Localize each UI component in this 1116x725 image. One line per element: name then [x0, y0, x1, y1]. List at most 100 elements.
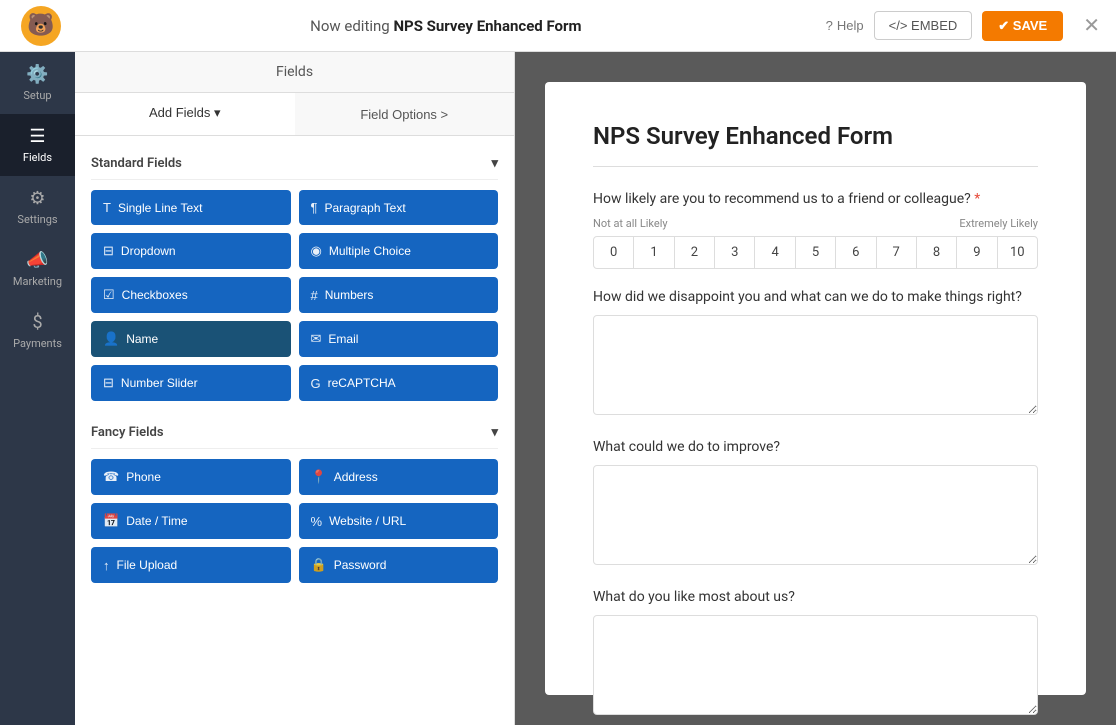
help-button[interactable]: ? Help: [826, 18, 864, 33]
standard-fields-label: Standard Fields: [91, 156, 182, 171]
field-btn-number-slider[interactable]: ⊟ Number Slider: [91, 365, 291, 401]
field-btn-email[interactable]: ✉ Email: [299, 321, 499, 357]
rating-cell-6[interactable]: 6: [836, 237, 876, 268]
standard-fields-grid: T Single Line Text ¶ Paragraph Text ⊟ Dr…: [91, 190, 498, 401]
question-q3: What could we do to improve?: [593, 439, 1038, 589]
dropdown-icon: ⊟: [103, 243, 114, 259]
field-btn-name[interactable]: 👤 Name: [91, 321, 291, 357]
q1-label: How likely are you to recommend us to a …: [593, 191, 971, 207]
sidebar-item-fields[interactable]: ☰ Fields: [0, 114, 75, 176]
rating-labels: Not at all Likely Extremely Likely: [593, 217, 1038, 230]
website-url-icon: %: [311, 514, 323, 529]
rating-cell-0[interactable]: 0: [594, 237, 634, 268]
website-url-label: Website / URL: [329, 514, 406, 528]
checkboxes-icon: ☑: [103, 287, 115, 303]
recaptcha-icon: G: [311, 376, 321, 391]
fields-content: Standard Fields ▾ T Single Line Text ¶ P…: [75, 136, 514, 725]
tab-field-options[interactable]: Field Options >: [295, 93, 515, 135]
paragraph-text-icon: ¶: [311, 200, 318, 215]
field-options-label: Field Options >: [360, 107, 448, 122]
password-icon: 🔒: [311, 557, 327, 573]
form-title: NPS Survey Enhanced Form: [593, 122, 1038, 167]
rating-min-label: Not at all Likely: [593, 217, 668, 230]
field-btn-website-url[interactable]: % Website / URL: [299, 503, 499, 539]
file-upload-icon: ↑: [103, 558, 110, 573]
sidebar-label-marketing: Marketing: [13, 275, 62, 288]
rating-cell-3[interactable]: 3: [715, 237, 755, 268]
close-button[interactable]: ✕: [1083, 13, 1100, 38]
field-btn-dropdown[interactable]: ⊟ Dropdown: [91, 233, 291, 269]
multiple-choice-label: Multiple Choice: [329, 244, 411, 258]
rating-cell-5[interactable]: 5: [796, 237, 836, 268]
password-label: Password: [334, 558, 387, 572]
rating-cell-1[interactable]: 1: [634, 237, 674, 268]
title-prefix: Now editing: [310, 17, 393, 35]
sidebar-label-fields: Fields: [23, 151, 52, 164]
marketing-icon: 📣: [26, 250, 48, 271]
q3-input[interactable]: [593, 465, 1038, 565]
datetime-label: Date / Time: [126, 514, 187, 528]
topbar: Now editing NPS Survey Enhanced Form ? H…: [0, 0, 1116, 52]
address-icon: 📍: [311, 469, 327, 485]
field-btn-multiple-choice[interactable]: ◉ Multiple Choice: [299, 233, 499, 269]
sidebar-label-settings: Settings: [17, 213, 57, 226]
sidebar: ⚙️ Setup ☰ Fields ⚙ Settings 📣 Marketing…: [0, 52, 75, 725]
field-btn-file-upload[interactable]: ↑ File Upload: [91, 547, 291, 583]
sidebar-item-marketing[interactable]: 📣 Marketing: [0, 238, 75, 300]
embed-button[interactable]: </> EMBED: [874, 11, 973, 40]
rating-cell-10[interactable]: 10: [998, 237, 1037, 268]
rating-max-label: Extremely Likely: [959, 217, 1038, 230]
field-btn-recaptcha[interactable]: G reCAPTCHA: [299, 365, 499, 401]
q4-text: What do you like most about us?: [593, 589, 1038, 605]
sidebar-item-setup[interactable]: ⚙️ Setup: [0, 52, 75, 114]
sidebar-item-settings[interactable]: ⚙ Settings: [0, 176, 75, 238]
help-icon: ?: [826, 18, 833, 33]
form-name: NPS Survey Enhanced Form: [393, 17, 581, 35]
dropdown-label: Dropdown: [121, 244, 176, 258]
field-btn-checkboxes[interactable]: ☑ Checkboxes: [91, 277, 291, 313]
settings-icon: ⚙: [29, 188, 45, 209]
address-label: Address: [334, 470, 378, 484]
fancy-fields-label: Fancy Fields: [91, 425, 164, 440]
checkboxes-label: Checkboxes: [122, 288, 188, 302]
standard-fields-header[interactable]: Standard Fields ▾: [91, 148, 498, 180]
save-button[interactable]: ✔ SAVE: [982, 11, 1063, 41]
field-btn-address[interactable]: 📍 Address: [299, 459, 499, 495]
rating-cell-7[interactable]: 7: [877, 237, 917, 268]
field-btn-single-line-text[interactable]: T Single Line Text: [91, 190, 291, 225]
single-line-text-icon: T: [103, 200, 111, 215]
fancy-fields-header[interactable]: Fancy Fields ▾: [91, 417, 498, 449]
rating-scale[interactable]: 012345678910: [593, 236, 1038, 269]
fields-header: Fields Add Fields ▾ Field Options >: [75, 52, 514, 136]
save-label: ✔ SAVE: [998, 18, 1047, 34]
question-q1: How likely are you to recommend us to a …: [593, 191, 1038, 269]
page-title: Now editing NPS Survey Enhanced Form: [66, 17, 826, 35]
tab-add-fields[interactable]: Add Fields ▾: [75, 93, 295, 135]
field-btn-numbers[interactable]: # Numbers: [299, 277, 499, 313]
rating-cell-2[interactable]: 2: [675, 237, 715, 268]
rating-cell-9[interactable]: 9: [957, 237, 997, 268]
sidebar-item-payments[interactable]: $ Payments: [0, 300, 75, 362]
setup-icon: ⚙️: [26, 64, 48, 85]
fancy-fields-grid: ☎ Phone 📍 Address 📅 Date / Time % Websit…: [91, 459, 498, 583]
logo: [16, 6, 66, 46]
main-layout: ⚙️ Setup ☰ Fields ⚙ Settings 📣 Marketing…: [0, 52, 1116, 725]
fields-icon: ☰: [29, 126, 45, 147]
topbar-actions: ? Help </> EMBED ✔ SAVE ✕: [826, 11, 1100, 41]
numbers-icon: #: [311, 288, 318, 303]
rating-cell-4[interactable]: 4: [755, 237, 795, 268]
paragraph-text-label: Paragraph Text: [324, 201, 405, 215]
q2-input[interactable]: [593, 315, 1038, 415]
field-btn-password[interactable]: 🔒 Password: [299, 547, 499, 583]
phone-icon: ☎: [103, 469, 119, 485]
field-btn-paragraph-text[interactable]: ¶ Paragraph Text: [299, 190, 499, 225]
name-icon: 👤: [103, 331, 119, 347]
field-btn-phone[interactable]: ☎ Phone: [91, 459, 291, 495]
rating-cell-8[interactable]: 8: [917, 237, 957, 268]
number-slider-icon: ⊟: [103, 375, 114, 391]
q4-input[interactable]: [593, 615, 1038, 715]
question-q2: How did we disappoint you and what can w…: [593, 289, 1038, 439]
email-icon: ✉: [311, 331, 322, 347]
field-btn-datetime[interactable]: 📅 Date / Time: [91, 503, 291, 539]
add-fields-label: Add Fields ▾: [149, 105, 221, 120]
